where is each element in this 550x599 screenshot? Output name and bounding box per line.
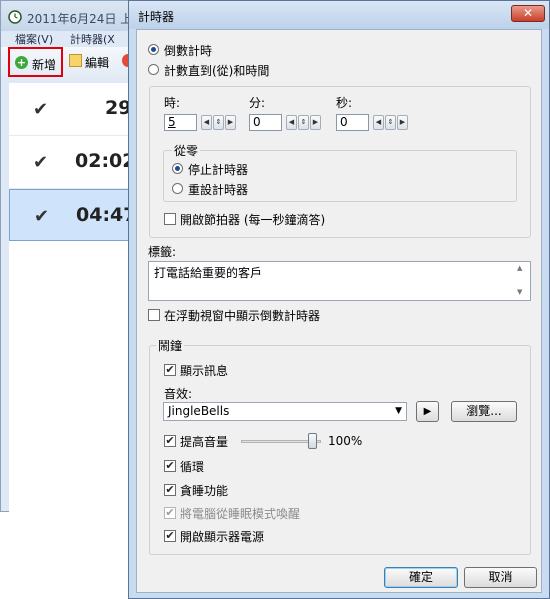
show-message-label: 顯示訊息 <box>180 364 229 378</box>
float-window-checkbox[interactable] <box>148 309 160 321</box>
main-window: 2011年6月24日 上 檔案(V) 計時器(X + 新增 編輯 ✔ 29 ✔ … <box>0 0 136 513</box>
seconds-label: 秒: <box>336 96 353 110</box>
minutes-increase-button[interactable]: ▶ <box>310 115 321 130</box>
stop-timer-label: 停止計時器 <box>188 163 249 177</box>
wake-computer-label: 將電腦從睡眠模式喚醒 <box>180 507 301 521</box>
chevron-down-icon: ▼ <box>395 406 402 416</box>
tag-label: 標籤: <box>148 245 177 259</box>
timer-row[interactable]: ✔ 02:02 <box>9 136 136 189</box>
volume-slider-thumb[interactable] <box>308 433 317 449</box>
ok-button[interactable]: 確定 <box>384 567 458 588</box>
minutes-spin-button[interactable]: ⇕ <box>298 115 309 130</box>
play-button[interactable]: ▶ <box>416 401 439 422</box>
sound-select-value: JingleBells <box>168 404 230 418</box>
raise-volume-checkbox[interactable]: ✔ <box>164 435 176 447</box>
clock-icon <box>8 10 22 24</box>
minutes-input[interactable]: 0 <box>249 114 282 131</box>
volume-percent: 100% <box>328 434 363 448</box>
timer-row[interactable]: ✔ 29 <box>9 83 136 136</box>
scroll-up-icon[interactable]: ▲ <box>517 264 522 272</box>
edit-icon[interactable] <box>69 54 82 67</box>
edit-button-label[interactable]: 編輯 <box>85 54 109 71</box>
timer-dialog: 計時器 ✕ 倒數計時 計數直到(從)和時間 時: 分: 秒: 5 ◀ ⇕ ▶ 0… <box>128 0 550 599</box>
close-button[interactable]: ✕ <box>511 5 545 22</box>
browse-button[interactable]: 瀏覽... <box>451 401 517 422</box>
seconds-spin-button[interactable]: ⇕ <box>385 115 396 130</box>
hours-label: 時: <box>164 96 181 110</box>
hours-spin-button[interactable]: ⇕ <box>213 115 224 130</box>
sound-select[interactable]: JingleBells ▼ <box>163 402 407 421</box>
monitor-power-label: 開啟顯示器電源 <box>180 530 265 544</box>
countdown-radio[interactable] <box>148 44 159 55</box>
timer-time: 02:02 <box>75 150 136 172</box>
countdown-label: 倒數計時 <box>164 44 213 58</box>
dialog-client: 倒數計時 計數直到(從)和時間 時: 分: 秒: 5 ◀ ⇕ ▶ 0 ◀ ⇕ ▶… <box>136 29 542 593</box>
hours-increase-button[interactable]: ▶ <box>225 115 236 130</box>
tag-textarea[interactable]: 打電話給重要的客戶 ▲ ▼ <box>148 261 531 301</box>
timer-list: ✔ 29 ✔ 02:02 ✔ 04:47 <box>9 83 136 513</box>
hours-decrease-button[interactable]: ◀ <box>201 115 212 130</box>
desktop-area <box>0 512 135 599</box>
hours-input[interactable]: 5 <box>164 114 197 131</box>
menu-file[interactable]: 檔案(V) <box>15 31 53 47</box>
add-button[interactable]: + 新增 <box>8 47 63 77</box>
plus-icon: + <box>15 56 28 69</box>
alarm-title: 鬧鐘 <box>156 337 185 354</box>
check-icon: ✔ <box>34 206 50 227</box>
snooze-checkbox[interactable]: ✔ <box>164 484 176 496</box>
add-button-label: 新增 <box>32 58 57 72</box>
loop-label: 循環 <box>180 460 205 474</box>
snooze-label: 貪睡功能 <box>180 484 229 498</box>
seconds-decrease-button[interactable]: ◀ <box>373 115 384 130</box>
metronome-checkbox[interactable] <box>164 213 176 225</box>
metronome-label: 開啟節拍器 (每一秒鐘滴答) <box>180 213 326 227</box>
countto-label: 計數直到(從)和時間 <box>164 64 270 78</box>
sound-label: 音效: <box>164 387 193 401</box>
monitor-power-checkbox[interactable]: ✔ <box>164 530 176 542</box>
reset-timer-label: 重設計時器 <box>188 183 249 197</box>
float-window-label: 在浮動視窗中顯示倒數計時器 <box>164 309 321 323</box>
raise-volume-label: 提高音量 <box>180 435 229 449</box>
scroll-down-icon[interactable]: ▼ <box>517 288 522 296</box>
show-message-checkbox[interactable]: ✔ <box>164 364 176 376</box>
minutes-label: 分: <box>249 96 266 110</box>
seconds-input[interactable]: 0 <box>336 114 369 131</box>
stop-timer-radio[interactable] <box>172 163 183 174</box>
tag-text: 打電話給重要的客戶 <box>154 266 263 280</box>
reset-timer-radio[interactable] <box>172 183 183 194</box>
from-zero-title: 從零 <box>172 142 201 159</box>
dialog-title-bar: 計時器 ✕ <box>129 1 549 29</box>
loop-checkbox[interactable]: ✔ <box>164 460 176 472</box>
timer-row-selected[interactable]: ✔ 04:47 <box>9 189 136 241</box>
menu-timer[interactable]: 計時器(X <box>70 31 115 47</box>
wake-computer-checkbox: ✔ <box>164 506 176 519</box>
main-menu-bar: 檔案(V) 計時器(X <box>1 31 136 46</box>
cancel-button[interactable]: 取消 <box>464 567 537 588</box>
dialog-title: 計時器 <box>138 10 175 24</box>
countto-radio[interactable] <box>148 64 159 75</box>
main-title-bar: 2011年6月24日 上 <box>1 1 136 31</box>
seconds-increase-button[interactable]: ▶ <box>397 115 408 130</box>
check-icon: ✔ <box>33 152 49 173</box>
check-icon: ✔ <box>33 99 49 120</box>
minutes-decrease-button[interactable]: ◀ <box>286 115 297 130</box>
main-window-title: 2011年6月24日 上 <box>27 12 133 26</box>
